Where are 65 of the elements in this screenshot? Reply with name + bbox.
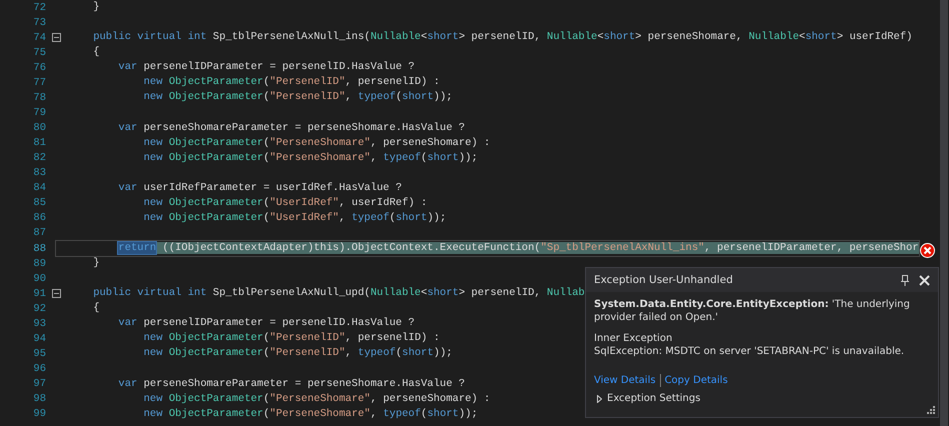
code-line: } xyxy=(92,256,100,272)
error-icon[interactable] xyxy=(920,243,935,258)
code-line: new ObjectParameter("PerseneShomare", perseneShomare) : xyxy=(142,392,490,407)
line-number: 72 xyxy=(32,2,46,14)
line-number: 98 xyxy=(32,393,46,406)
code-line: new ObjectParameter("PersenelID", typeof(short)); xyxy=(142,90,452,106)
line-number: 92 xyxy=(32,302,46,315)
line-number: 93 xyxy=(32,318,46,330)
code-line: new ObjectParameter("PersenelID", typeof(short)); xyxy=(142,346,452,362)
collapse-icon[interactable] xyxy=(52,33,61,42)
code-line: new ObjectParameter("UserIdRef", typeof(short)); xyxy=(142,210,446,226)
inner-exception-title: Inner Exception xyxy=(594,332,674,345)
code-line: new ObjectParameter("PerseneShomare", typeof(short)); xyxy=(142,406,478,422)
code-line: return ((IObjectContextAdapter)this).ObjectContext.ExecuteFunction("Sp_tblPersenelAxNull_ins", persenelIDParameter, perseneShor xyxy=(56,241,919,256)
line-number: 81 xyxy=(32,137,46,150)
code-line: public virtual int Sp_tblPersenelAxNull_ins(Nullable<short> persenelID, Nullable<short> perseneShomare, Nullable<short> userIdRef) xyxy=(92,30,912,46)
line-number: 95 xyxy=(32,348,46,360)
details-link[interactable]: View Details xyxy=(594,375,656,386)
code-line: var userIdRefParameter = userIdRef.HasValue ? xyxy=(117,180,402,196)
close-icon[interactable] xyxy=(919,274,930,286)
line-number: 99 xyxy=(32,408,46,420)
line-number: 82 xyxy=(32,152,46,164)
line-number: 87 xyxy=(32,227,46,240)
code-line: var persenelIDParameter = persenelID.HasValue ? xyxy=(117,316,415,332)
expand-icon[interactable] xyxy=(597,394,602,402)
line-number: 88 xyxy=(32,242,46,255)
details-link[interactable]: Copy Details xyxy=(664,375,728,386)
line-number: 80 xyxy=(32,122,46,134)
line-number: 78 xyxy=(32,92,46,104)
line-number: 96 xyxy=(32,363,46,376)
line-number: 73 xyxy=(32,16,46,29)
line-number: 86 xyxy=(32,212,46,224)
line-number: 76 xyxy=(32,62,46,74)
code-line: { xyxy=(92,45,100,60)
popup-title: Exception User-Unhandled xyxy=(594,274,734,286)
line-number: 83 xyxy=(32,167,46,180)
exception-message: System.Data.Entity.Core.EntityException: 'The underlying provider failed on Open.' xyxy=(594,298,911,324)
pin-icon[interactable] xyxy=(901,274,909,286)
code-line: new ObjectParameter("PersenelID", persenelID) : xyxy=(142,75,440,90)
line-number: 75 xyxy=(32,46,46,59)
line-number: 97 xyxy=(32,378,46,390)
vertical-scrollbar[interactable] xyxy=(940,0,948,426)
line-number: 77 xyxy=(32,76,46,89)
line-number: 90 xyxy=(32,272,46,285)
code-line: var persenelIDParameter = persenelID.HasValue ? xyxy=(117,60,415,76)
line-number: 89 xyxy=(32,258,46,270)
code-line: public virtual int Sp_tblPersenelAxNull_upd(Nullable<short> persenelID, Nullab xyxy=(92,286,585,302)
code-line: { xyxy=(92,301,100,316)
code-line: new ObjectParameter("UserIdRef", userIdRef) : xyxy=(142,196,428,211)
resize-grip-icon[interactable] xyxy=(927,406,935,414)
line-number: 84 xyxy=(32,182,46,194)
line-number: 94 xyxy=(32,332,46,345)
code-line: new ObjectParameter("PersenelID", persenelID) : xyxy=(142,331,440,346)
line-number: 74 xyxy=(32,32,46,44)
line-number: 79 xyxy=(32,106,46,119)
code-line: new ObjectParameter("PerseneShomare", typeof(short)); xyxy=(142,150,478,166)
code-line: new ObjectParameter("PerseneShomare", perseneShomare) : xyxy=(142,136,490,151)
code-line: var perseneShomareParameter = perseneShomare.HasValue ? xyxy=(117,120,465,136)
exception-settings-toggle[interactable]: Exception Settings xyxy=(607,393,700,404)
code-line: } xyxy=(92,0,100,16)
line-number: 91 xyxy=(32,288,46,300)
collapse-icon[interactable] xyxy=(52,289,61,298)
inner-exception-message: SqlException: MSDTC on server 'SETABRAN-PC' is unavailable. xyxy=(594,345,906,358)
code-line: var perseneShomareParameter = perseneShomare.HasValue ? xyxy=(117,376,465,392)
line-number: 85 xyxy=(32,197,46,210)
